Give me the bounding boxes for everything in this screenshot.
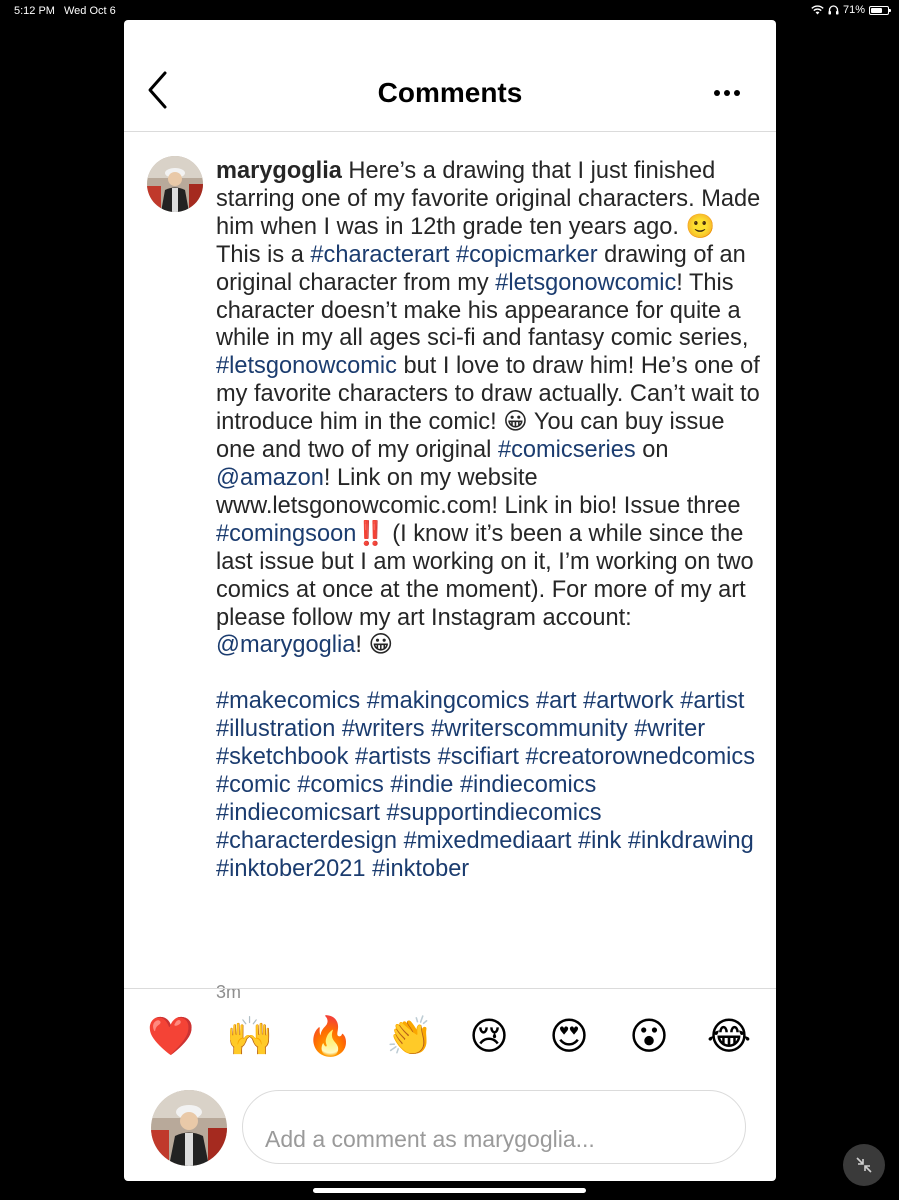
avatar[interactable] <box>147 156 203 212</box>
battery-icon <box>869 5 891 15</box>
hashtag-link[interactable]: #supportindiecomics <box>386 800 601 826</box>
reaction-clapping[interactable]: 👏 <box>386 1017 433 1057</box>
hashtag-link[interactable]: #comicseries <box>498 437 636 463</box>
reaction-heart[interactable]: ❤️ <box>147 1017 194 1057</box>
hashtag-link[interactable]: #characterart <box>310 242 449 268</box>
caption-text: marygoglia Here’s a drawing that I just … <box>216 158 761 660</box>
caption-text-segment: on <box>635 437 669 464</box>
hashtag-link[interactable]: #makecomics <box>216 688 360 714</box>
hashtag-link[interactable]: #artwork <box>583 688 673 714</box>
caption-hashtags: #makecomics #makingcomics #art #artwork … <box>216 688 761 883</box>
hashtag-link[interactable]: #copicmarker <box>456 242 598 268</box>
hashtag-link[interactable]: #writerscommunity <box>431 716 628 742</box>
hashtag-link[interactable]: #letsgonowcomic <box>216 353 397 379</box>
hashtag-link[interactable]: #inktober <box>372 856 469 882</box>
more-horizontal-icon[interactable] <box>712 78 742 108</box>
reaction-raised-hands[interactable]: 🙌 <box>226 1017 273 1057</box>
caption-username[interactable]: marygoglia <box>216 158 342 184</box>
hashtag-link[interactable]: #comic <box>216 772 291 798</box>
caption-text-segment: ! 😀 <box>355 632 394 659</box>
hashtag-link[interactable]: #indiecomics <box>460 772 596 798</box>
hashtag-link[interactable]: #art <box>536 688 577 714</box>
hashtag-link[interactable]: #sketchbook <box>216 744 348 770</box>
hashtag-link[interactable]: #artist <box>680 688 744 714</box>
hashtag-link[interactable]: #indie <box>390 772 453 798</box>
hashtag-link[interactable]: #artists <box>355 744 431 770</box>
hashtag-link[interactable]: #makingcomics <box>367 688 530 714</box>
hashtag-link[interactable]: #letsgonowcomic <box>495 270 676 296</box>
hashtag-link[interactable]: #writer <box>634 716 705 742</box>
headphones-icon <box>828 5 839 15</box>
hashtag-link[interactable]: #comingsoon <box>216 521 356 547</box>
hashtag-link[interactable]: #inktober2021 <box>216 856 366 882</box>
reaction-heart-eyes[interactable]: 😍 <box>546 1017 592 1057</box>
hashtag-link[interactable]: #scifiart <box>438 744 519 770</box>
hashtag-link[interactable]: #writers <box>342 716 425 742</box>
comments-sheet: Comments marygoglia Here’s a drawing tha… <box>124 20 776 1181</box>
reaction-laughing[interactable]: 😂 <box>706 1017 752 1057</box>
status-time: 5:12 PM <box>14 5 55 17</box>
hashtag-link[interactable]: #comics <box>297 772 384 798</box>
status-bar: 5:12 PM Wed Oct 6 71% <box>0 0 899 22</box>
hashtag-link[interactable]: #inkdrawing <box>628 828 754 854</box>
quick-reactions-bar: ❤️ 🙌 🔥 👏 😢 😍 😮 😂 <box>124 988 776 1090</box>
page-title: Comments <box>377 77 523 108</box>
hashtag-link[interactable]: #ink <box>578 828 621 854</box>
hashtag-link[interactable]: #creatorownedcomics <box>526 744 756 770</box>
reaction-surprised[interactable]: 😮 <box>626 1017 672 1057</box>
home-indicator <box>313 1188 586 1193</box>
header: Comments <box>124 20 776 132</box>
hashtag-link[interactable]: #characterdesign <box>216 828 397 854</box>
mention-link[interactable]: @marygoglia <box>216 632 355 658</box>
hashtag-link[interactable]: #indiecomicsart <box>216 800 380 826</box>
status-date: Wed Oct 6 <box>64 5 116 17</box>
post-caption: marygoglia Here’s a drawing that I just … <box>216 158 761 884</box>
status-right: 71% <box>811 4 891 16</box>
wifi-icon <box>811 5 824 15</box>
reaction-crying[interactable]: 😢 <box>466 1017 512 1057</box>
my-avatar <box>151 1090 227 1166</box>
collapse-button[interactable] <box>843 1144 885 1186</box>
mention-link[interactable]: @amazon <box>216 465 324 491</box>
hashtag-link[interactable]: #illustration <box>216 716 335 742</box>
reaction-fire[interactable]: 🔥 <box>306 1017 353 1057</box>
comment-input[interactable] <box>242 1090 746 1164</box>
battery-percent: 71% <box>842 4 865 16</box>
hashtag-link[interactable]: #mixedmediaart <box>404 828 572 854</box>
collapse-arrows-icon <box>856 1157 872 1173</box>
